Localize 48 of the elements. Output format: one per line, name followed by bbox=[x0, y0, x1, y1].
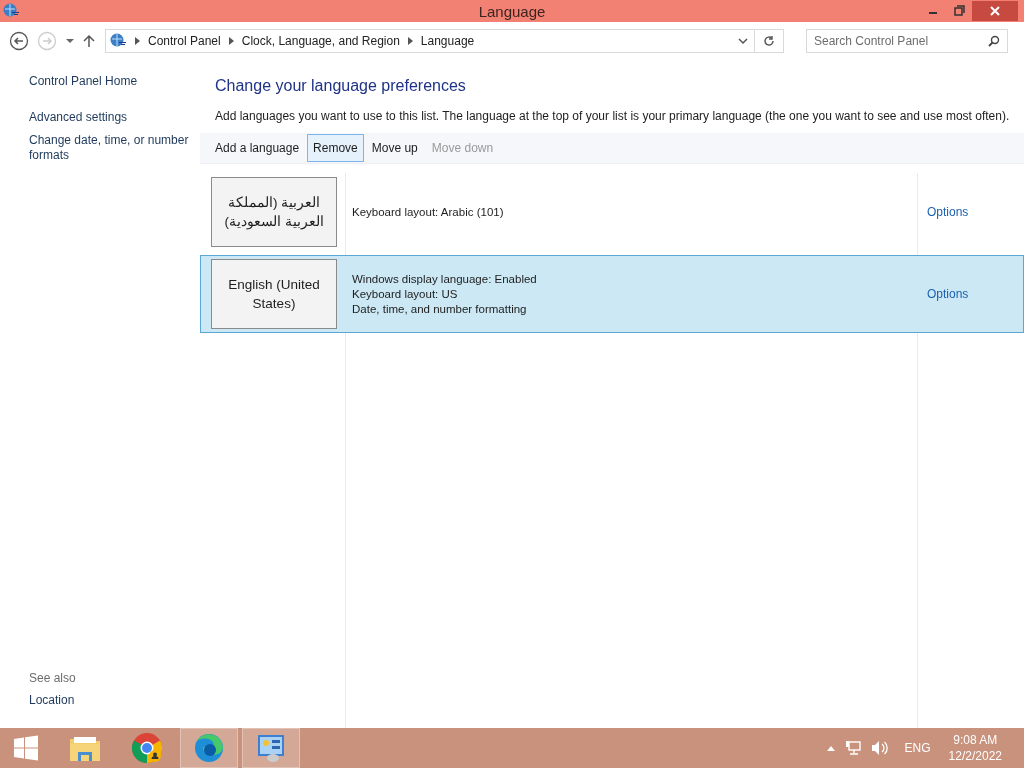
network-icon[interactable] bbox=[844, 740, 861, 756]
up-arrow-icon[interactable] bbox=[83, 34, 95, 48]
chevron-icon bbox=[135, 37, 140, 45]
dropdown-icon[interactable] bbox=[738, 37, 748, 45]
breadcrumb[interactable]: Clock, Language, and Region bbox=[241, 34, 400, 48]
sidebar-link[interactable]: Advanced settings bbox=[29, 110, 200, 125]
language-detail: Keyboard layout: Arabic (101) bbox=[352, 204, 505, 220]
toolbar-button[interactable]: Add a language bbox=[209, 134, 306, 162]
language-detail: Keyboard layout: US bbox=[352, 286, 459, 302]
options-link[interactable]: Options bbox=[919, 205, 1023, 219]
show-hidden-icons-icon[interactable] bbox=[826, 745, 835, 751]
description-text: Add languages you want to use to this list. The language at the top of your list is your primary language (the one you want to see and use most often). bbox=[215, 109, 1011, 123]
close-button[interactable] bbox=[972, 1, 1018, 21]
chevron-icon bbox=[407, 37, 413, 45]
language-row[interactable]: English (United States) Windows display language: Enabled Keyboard layout: US Date, time, and number formatting Options bbox=[200, 255, 1024, 333]
see-also-heading: See also bbox=[29, 671, 77, 685]
language-detail: Windows display language: Enabled bbox=[352, 271, 538, 287]
toolbar-button[interactable]: Remove bbox=[307, 134, 364, 162]
search-field[interactable]: Search Control Panel bbox=[806, 29, 1008, 53]
language-detail: Date, time, and number formatting bbox=[352, 301, 528, 317]
chrome-icon bbox=[131, 732, 163, 764]
dropdown-icon[interactable] bbox=[65, 38, 75, 44]
breadcrumb[interactable]: Language bbox=[420, 34, 475, 48]
window-title: Language bbox=[478, 2, 546, 20]
chevron-icon bbox=[228, 37, 234, 45]
speaker-icon[interactable] bbox=[870, 740, 889, 756]
taskbar-app[interactable] bbox=[242, 728, 300, 768]
sidebar-link[interactable]: Location bbox=[29, 693, 200, 708]
breadcrumb[interactable]: Control Panel bbox=[148, 34, 221, 48]
control-panel-icon bbox=[256, 733, 286, 763]
page-heading: Change your language preferences bbox=[215, 77, 467, 95]
sidebar-link[interactable]: Change date, time, or number formats bbox=[29, 133, 200, 163]
address-bar[interactable]: Control Panel Clock, Language, and Region Language bbox=[105, 29, 784, 53]
refresh-icon bbox=[763, 35, 775, 47]
close-icon bbox=[989, 5, 1001, 17]
options-link[interactable]: Options bbox=[919, 287, 1023, 301]
taskbar-app[interactable] bbox=[180, 728, 238, 768]
search-icon[interactable] bbox=[988, 35, 1000, 47]
clock-date: 12/2/2022 bbox=[948, 748, 1002, 764]
toolbar-button[interactable]: Move up bbox=[365, 134, 424, 162]
windows-logo-icon bbox=[13, 735, 39, 761]
folder-icon bbox=[69, 734, 101, 762]
language-tile[interactable]: English (United States) bbox=[211, 259, 337, 329]
edge-icon bbox=[194, 733, 224, 763]
language-tile[interactable]: العربية (المملكة العربية السعودية) bbox=[211, 177, 337, 247]
sidebar-link[interactable]: Control Panel Home bbox=[29, 74, 200, 89]
back-icon[interactable] bbox=[9, 31, 29, 51]
clock-time: 9:08 AM bbox=[953, 732, 998, 748]
